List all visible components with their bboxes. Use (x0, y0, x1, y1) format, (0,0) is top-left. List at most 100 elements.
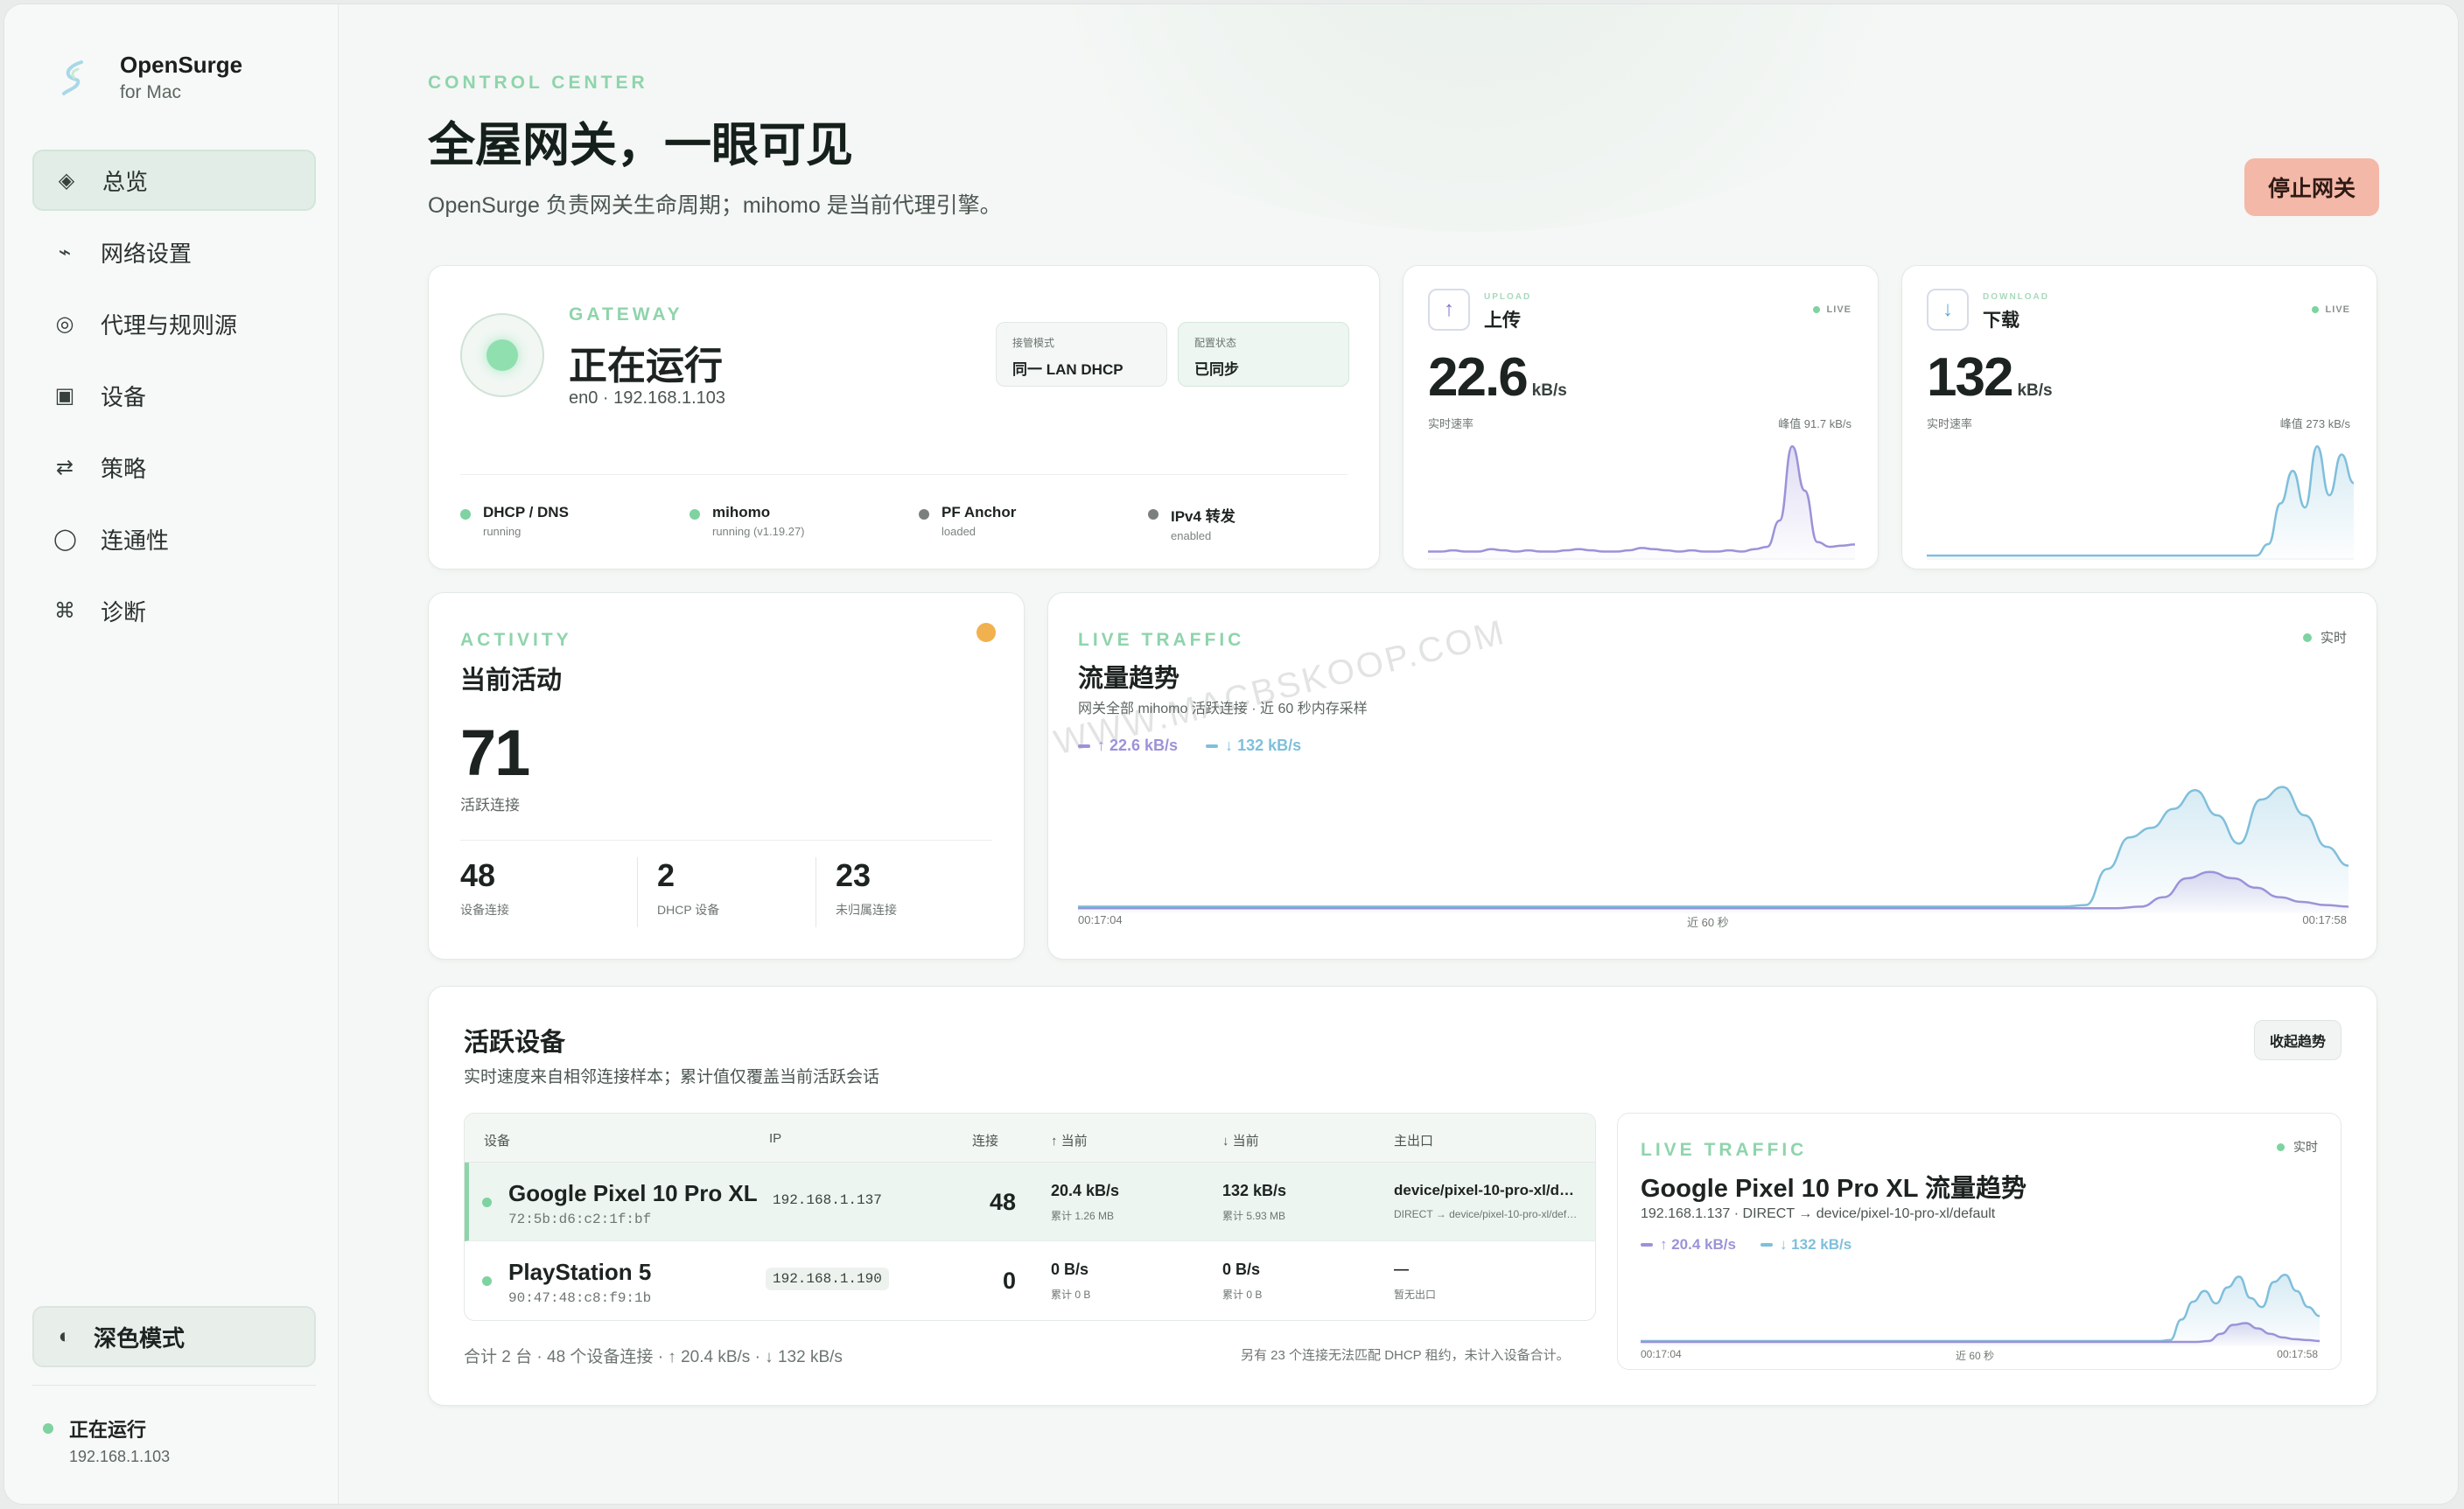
service-status-dot (919, 509, 929, 520)
download-series-area (1927, 446, 2354, 560)
device-x-start: 00:17:04 (1641, 1348, 1682, 1360)
sidebar-item-3[interactable]: ▣ 设备 (32, 365, 316, 426)
app-window: OpenSurge for Mac ◈ 总览 ⌁ 网络设置 ◎ 代理与规则源 ▣ 设备 ⇄ 策略 ◯… (4, 3, 2459, 1505)
gateway-eyebrow: GATEWAY (569, 304, 683, 325)
activity-indicator-dot (976, 623, 996, 642)
sidebar-status-ip: 192.168.1.103 (69, 1448, 171, 1465)
service-status-item: mihomo running (v1.19.27) (690, 504, 805, 538)
unassigned-connections-stat: 23 未归属连接 (816, 857, 897, 927)
table-header: 设备 IP 连接 ↑ 当前 ↓ 当前 主出口 (465, 1114, 1595, 1163)
device-upload: 0 B/s (1051, 1261, 1089, 1278)
active-connections-caption: 活跃连接 (460, 797, 520, 814)
status-dot-icon (43, 1423, 53, 1434)
proxy-icon: ◎ (55, 311, 74, 336)
header-eyebrow: CONTROL CENTER (428, 73, 648, 93)
gateway-status-dot (486, 339, 518, 371)
legend-down-swatch (1206, 744, 1219, 748)
takeover-mode-value: 同一 LAN DHCP (1012, 361, 1124, 378)
sidebar-item-label: 设备 (101, 383, 147, 410)
takeover-mode-label: 接管模式 (1012, 337, 1055, 349)
legend-up-swatch (1641, 1243, 1653, 1247)
download-value-number: 132 (1927, 347, 2013, 408)
contrast-icon: ◐ (58, 1324, 72, 1348)
download-eyebrow: DOWNLOAD (1983, 292, 2049, 302)
activity-eyebrow: ACTIVITY (460, 630, 572, 650)
sidebar-item-6[interactable]: ⌘ 诊断 (32, 580, 316, 641)
service-status-dot (1148, 509, 1158, 520)
service-name: mihomo (712, 504, 771, 520)
devices-table: 设备 IP 连接 ↑ 当前 ↓ 当前 主出口 Google Pixel 10 P… (464, 1113, 1596, 1321)
devices-summary: 合计 2 台 · 48 个设备连接 · ↑ 20.4 kB/s · ↓ 132 … (464, 1348, 843, 1366)
gateway-interface: en0 · 192.168.1.103 (569, 388, 726, 408)
col-device: 设备 (484, 1134, 511, 1149)
device-egress: device/pixel-10-pro-xl/default (1394, 1182, 1581, 1198)
sidebar-nav: ◈ 总览 ⌁ 网络设置 ◎ 代理与规则源 ▣ 设备 ⇄ 策略 ◯ 连通性 ⌘ 诊断 (32, 150, 316, 652)
upload-arrow-icon: ↑ (1428, 289, 1470, 331)
upload-sparkline (1428, 445, 1855, 560)
device-connections: 0 (1002, 1268, 1016, 1294)
device-x-end: 00:17:58 (2277, 1348, 2318, 1360)
upload-label: 上传 (1484, 311, 1521, 331)
device-download-total: 累计 5.93 MB (1222, 1210, 1286, 1222)
service-status-item: DHCP / DNS running (460, 504, 569, 538)
legend-up-swatch (1078, 744, 1090, 748)
sidebar-item-label: 策略 (101, 455, 147, 482)
upload-unit: kB/s (1531, 381, 1567, 400)
service-state: loaded (942, 525, 976, 538)
device-egress-route: 暂无出口 (1394, 1289, 1437, 1301)
col-egress: 主出口 (1394, 1134, 1434, 1149)
device-traffic-eyebrow: LIVE TRAFFIC (1641, 1140, 1808, 1160)
device-traffic-chart (1641, 1274, 2320, 1346)
device-traffic-legend: ↑ 20.4 kB/s ↓ 132 kB/s (1641, 1236, 1852, 1254)
service-status-dot (460, 509, 471, 520)
upload-series-area (1428, 446, 1855, 560)
service-status-dot (690, 509, 700, 520)
sidebar-item-label: 总览 (102, 168, 149, 195)
device-connections-stat: 48 设备连接 (460, 857, 509, 927)
live-traffic-card: WWW.MACBSKOOP.COM LIVE TRAFFIC 流量趋势 网关全部… (1047, 592, 2377, 960)
overview-icon: ◈ (58, 168, 75, 192)
sidebar-item-label: 诊断 (101, 598, 147, 625)
sidebar-item-label: 网络设置 (101, 240, 192, 267)
download-caption: 实时速率 (1927, 417, 1973, 430)
config-status-label: 配置状态 (1194, 337, 1237, 349)
download-peak: 峰值 273 kB/s (2279, 417, 2350, 430)
sidebar-item-4[interactable]: ⇄ 策略 (32, 437, 316, 498)
sidebar: OpenSurge for Mac ◈ 总览 ⌁ 网络设置 ◎ 代理与规则源 ▣ 设备 ⇄ 策略 ◯… (4, 4, 339, 1504)
device-traffic-live-text: 实时 (2293, 1140, 2318, 1154)
sidebar-item-0[interactable]: ◈ 总览 (32, 150, 316, 211)
stop-gateway-button[interactable]: 停止网关 (2244, 158, 2379, 216)
device-upload-total: 累计 1.26 MB (1051, 1210, 1115, 1222)
legend-up-label: ↑ 22.6 kB/s (1097, 737, 1179, 754)
dark-mode-toggle[interactable]: ◐ 深色模式 (32, 1306, 316, 1367)
brand: OpenSurge for Mac (57, 52, 242, 103)
table-row[interactable]: PlayStation 5 90:47:48:c8:f9:1b 192.168.… (465, 1241, 1595, 1320)
dark-mode-label: 深色模式 (94, 1324, 186, 1352)
service-state: enabled (1171, 529, 1212, 542)
upload-peak: 峰值 91.7 kB/s (1778, 417, 1852, 430)
collapse-trend-button[interactable]: 收起趋势 (2254, 1020, 2342, 1060)
device-connections-value: 48 (460, 857, 496, 893)
devices-unmatched-note: 另有 23 个连接无法匹配 DHCP 租约，未计入设备合计。 (1241, 1348, 1570, 1363)
traffic-x-start: 00:17:04 (1078, 913, 1123, 926)
device-connections: 48 (989, 1189, 1016, 1215)
sidebar-item-5[interactable]: ◯ 连通性 (32, 508, 316, 569)
activity-title: 当前活动 (460, 667, 563, 695)
device-upload-total: 累计 0 B (1051, 1289, 1091, 1301)
device-connections-caption: 设备连接 (460, 903, 509, 917)
device-online-dot (482, 1198, 492, 1207)
unassigned-connections-caption: 未归属连接 (836, 903, 897, 917)
upload-live-badge: LIVE (1812, 304, 1852, 315)
upload-value-number: 22.6 (1428, 347, 1529, 408)
device-legend-up-label: ↑ 20.4 kB/s (1660, 1236, 1736, 1253)
device-ip: 192.168.1.137 (773, 1192, 882, 1208)
table-row[interactable]: Google Pixel 10 Pro XL 72:5b:d6:c2:1f:bf… (465, 1163, 1595, 1241)
device-legend-down-label: ↓ 132 kB/s (1779, 1236, 1852, 1253)
sidebar-item-1[interactable]: ⌁ 网络设置 (32, 221, 316, 283)
service-name: PF Anchor (942, 504, 1017, 520)
device-traffic-live-badge: 实时 (2277, 1138, 2318, 1156)
traffic-download-series-area (1078, 786, 2348, 913)
sidebar-item-label: 代理与规则源 (101, 311, 238, 339)
sidebar-item-2[interactable]: ◎ 代理与规则源 (32, 293, 316, 354)
page-title: 全屋网关，一眼可见 (428, 119, 853, 171)
